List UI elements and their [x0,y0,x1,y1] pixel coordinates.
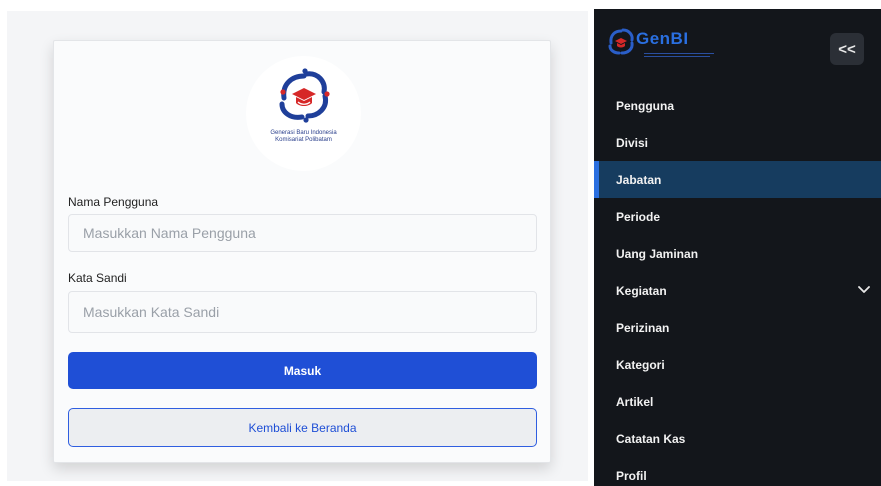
sidebar-item-label: Catatan Kas [616,431,686,446]
sidebar-item-label: Periode [616,209,661,224]
sidebar-item-perizinan[interactable]: Perizinan [594,309,881,346]
sidebar-item-label: Artikel [616,394,654,409]
sidebar-item-profil[interactable]: Profil [594,457,881,486]
password-input[interactable] [68,291,537,333]
chevrons-left-icon: << [838,40,856,58]
sidebar-item-label: Kegiatan [616,283,667,298]
sidebar-item-label: Divisi [616,135,649,150]
collapse-sidebar-button[interactable]: << [830,33,864,65]
logo-caption: Generasi Baru Indonesia Komisariat Polib… [246,130,361,144]
sidebar-item-label: Uang Jaminan [616,246,699,261]
sidebar-logo[interactable]: GenBI [606,23,726,65]
sidebar-item-label: Profil [616,468,647,483]
genbi-logo: Generasi Baru Indonesia Komisariat Polib… [246,56,361,171]
username-input[interactable] [68,214,537,252]
sidebar: GenBI << Pengguna Divisi Jabatan Periode… [594,9,881,486]
login-card: Generasi Baru Indonesia Komisariat Polib… [53,40,551,463]
sidebar-item-label: Pengguna [616,98,675,113]
logo-caption-line1: Generasi Baru Indonesia [270,130,337,136]
sidebar-item-label: Jabatan [616,172,662,187]
screen: Generasi Baru Indonesia Komisariat Polib… [0,0,881,486]
password-label: Kata Sandi [68,271,127,285]
logo-caption-line2: Komisariat Polibatam [275,137,332,143]
sidebar-brand-tagline [644,53,714,59]
sidebar-brand: GenBI [636,29,689,48]
sidebar-item-label: Kategori [616,357,665,372]
sidebar-item-label: Perizinan [616,320,670,335]
sidebar-item-periode[interactable]: Periode [594,198,881,235]
sidebar-menu: Pengguna Divisi Jabatan Periode Uang Jam… [594,87,881,486]
genbi-emblem-icon [279,68,330,123]
sidebar-item-artikel[interactable]: Artikel [594,383,881,420]
sidebar-item-kegiatan[interactable]: Kegiatan [594,272,881,309]
back-to-home-button[interactable]: Kembali ke Beranda [68,408,537,447]
sidebar-item-uang-jaminan[interactable]: Uang Jaminan [594,235,881,272]
sidebar-item-catatan-kas[interactable]: Catatan Kas [594,420,881,457]
genbi-emblem-icon [608,28,634,55]
sidebar-item-jabatan[interactable]: Jabatan [594,161,881,198]
sidebar-item-pengguna[interactable]: Pengguna [594,87,881,124]
sidebar-item-divisi[interactable]: Divisi [594,124,881,161]
chevron-down-icon [858,286,870,293]
login-button[interactable]: Masuk [68,352,537,389]
username-label: Nama Pengguna [68,195,159,209]
sidebar-item-kategori[interactable]: Kategori [594,346,881,383]
